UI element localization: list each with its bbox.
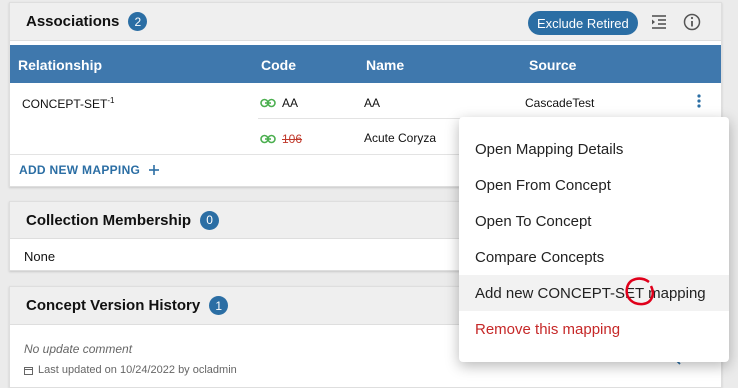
menu-item-open-mapping-details[interactable]: Open Mapping Details: [459, 131, 729, 167]
table-row-2-name: Acute Coryza: [364, 131, 437, 145]
mapping-context-menu: Open Mapping Details Open From Concept O…: [459, 117, 729, 362]
history-comment: No update comment: [24, 342, 133, 356]
code-value: AA: [282, 96, 299, 110]
history-title: Concept Version History: [26, 297, 201, 314]
add-new-mapping-label: ADD NEW MAPPING: [19, 163, 141, 177]
history-last-updated: Last updated on 10/24/2022 by ocladmin: [24, 364, 237, 376]
history-count-badge: 1: [209, 296, 229, 315]
indent-list-icon[interactable]: [649, 12, 669, 32]
associations-title: Associations: [26, 13, 120, 30]
last-updated-text: Last updated on 10/24/2022 by ocladmin: [38, 364, 237, 376]
menu-item-remove-this-mapping[interactable]: Remove this mapping: [459, 311, 729, 347]
more-vert-icon[interactable]: [695, 93, 703, 109]
table-row-1-code[interactable]: AA: [260, 96, 298, 110]
add-new-mapping-button[interactable]: ADD NEW MAPPING: [19, 163, 160, 177]
red-circle-annotation: [625, 277, 654, 306]
relationship-cell: CONCEPT-SET-1: [22, 96, 114, 111]
associations-table-header: Relationship Code Name Source: [10, 45, 721, 83]
relationship-superscript: -1: [107, 96, 115, 105]
link-icon: [260, 134, 276, 144]
link-icon: [260, 98, 276, 108]
menu-item-open-from-concept[interactable]: Open From Concept: [459, 167, 729, 203]
collection-count-badge: 0: [200, 210, 220, 230]
exclude-retired-button[interactable]: Exclude Retired: [528, 11, 638, 35]
menu-item-open-to-concept[interactable]: Open To Concept: [459, 203, 729, 239]
associations-count-badge: 2: [128, 12, 148, 31]
plus-icon: [149, 165, 160, 175]
collection-title: Collection Membership: [26, 211, 192, 229]
col-name[interactable]: Name: [366, 57, 404, 73]
table-row-2-code[interactable]: 106: [260, 132, 302, 146]
calendar-icon: [24, 366, 33, 375]
col-source[interactable]: Source: [529, 57, 576, 73]
menu-item-add-new-concept-set-mapping[interactable]: Add new CONCEPT-SET mapping: [459, 275, 729, 311]
info-icon[interactable]: [682, 12, 702, 32]
code-value-retired: 106: [282, 132, 303, 146]
relationship-label: CONCEPT-SET: [22, 97, 108, 111]
table-row-1-name: AA: [364, 96, 381, 110]
col-code[interactable]: Code: [261, 57, 296, 73]
collection-none-text: None: [24, 249, 56, 264]
menu-item-compare-concepts[interactable]: Compare Concepts: [459, 239, 729, 275]
table-row-1-source[interactable]: CascadeTest: [525, 96, 594, 110]
col-relationship[interactable]: Relationship: [18, 57, 102, 73]
